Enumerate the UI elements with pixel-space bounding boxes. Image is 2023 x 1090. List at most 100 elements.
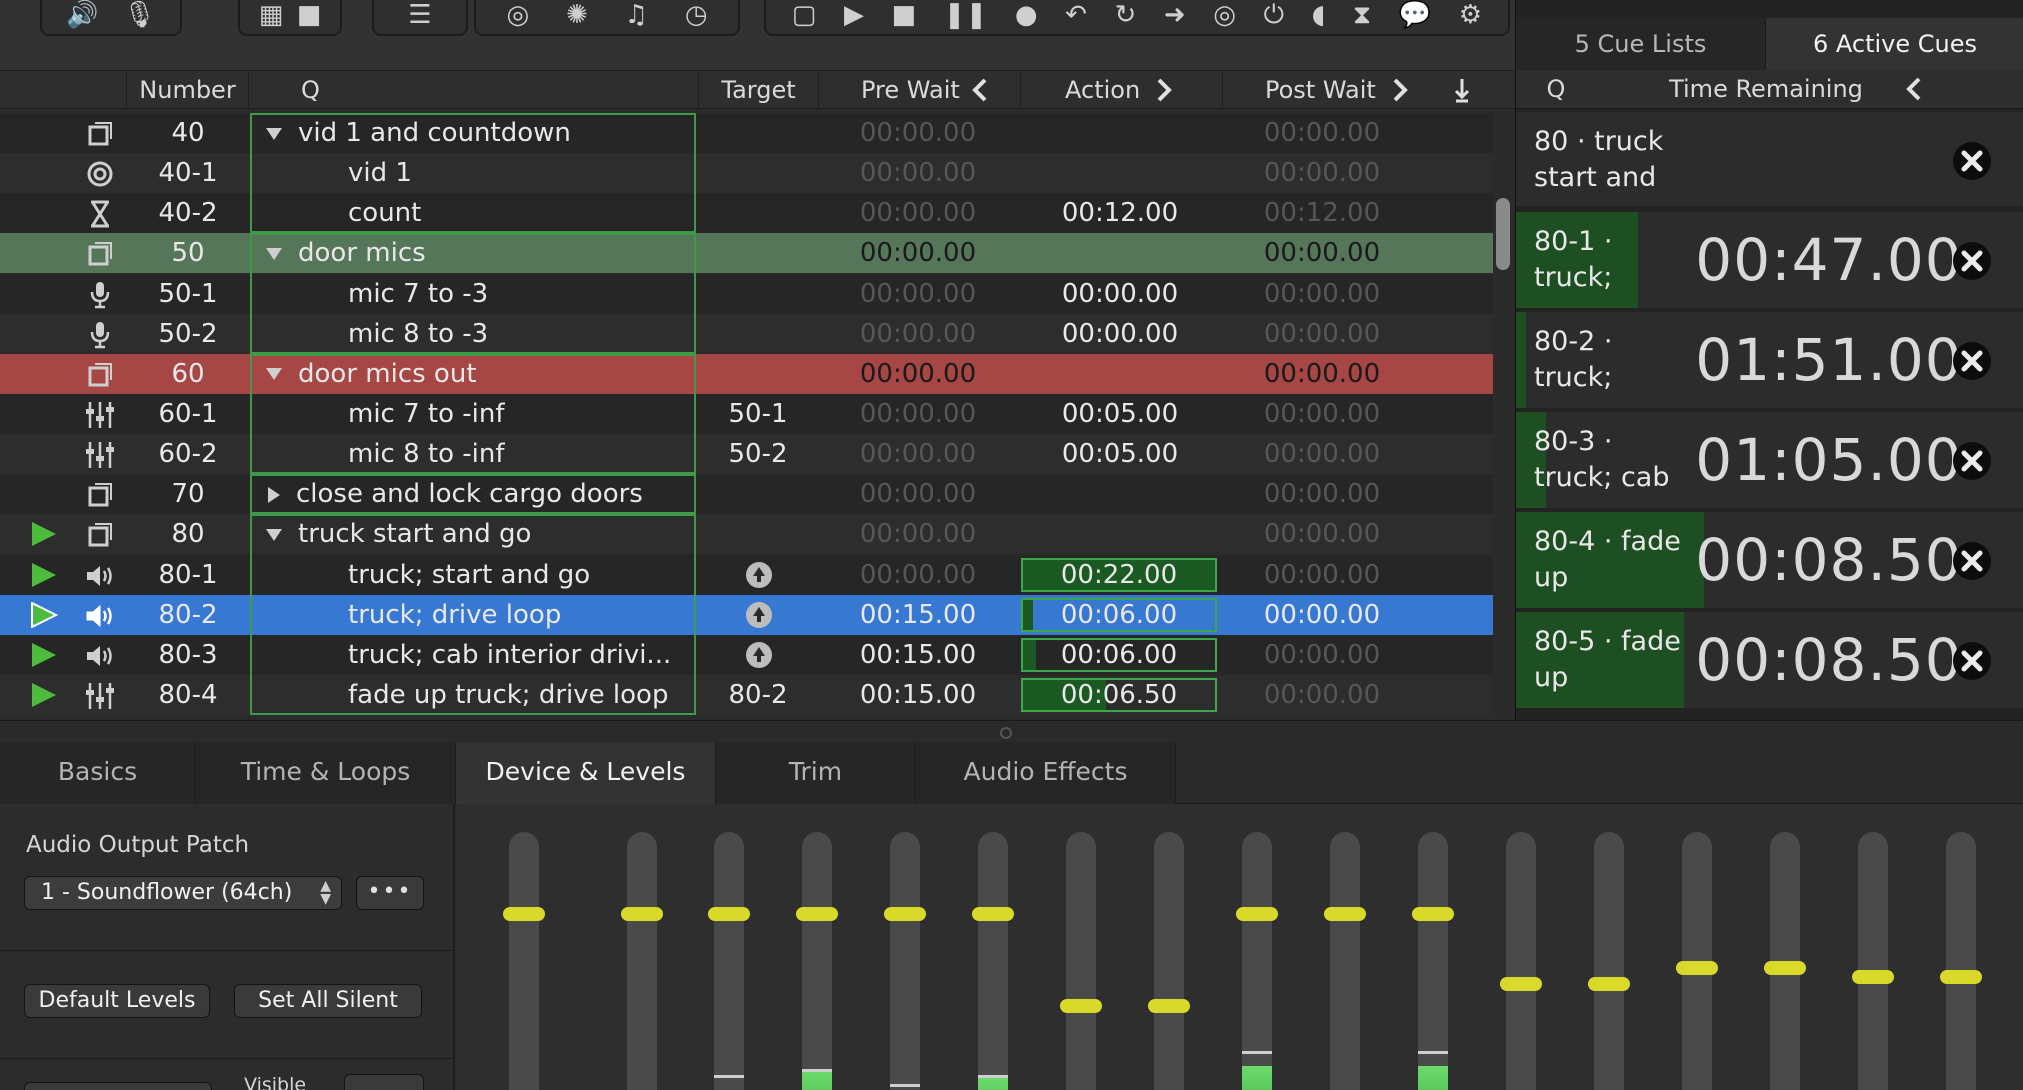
chevron-right-icon[interactable] [1390,77,1410,103]
pre-wait-value[interactable]: 00:00.00 [818,555,1018,595]
fader-track[interactable] [1242,832,1272,1090]
cue-name[interactable]: vid 1 and countdown [250,113,690,153]
cue-name[interactable]: close and lock cargo doors [250,474,690,514]
cue-name[interactable]: mic 8 to -3 [250,314,690,354]
cue-target[interactable] [700,153,816,193]
record-icon[interactable]: ● [1015,2,1038,28]
pre-wait-value[interactable]: 00:00.00 [818,434,1018,474]
camera-icon[interactable]: ■ [297,2,322,28]
cue-number[interactable]: 40-2 [128,193,248,233]
pre-wait-value[interactable]: 00:00.00 [818,354,1018,394]
cue-row[interactable]: 80-1 truck; start and go 00:00.00 00:22.00 0… [0,554,1493,595]
cue-name[interactable]: vid 1 [250,153,690,193]
cue-target[interactable] [700,474,816,514]
disclosure-open-icon[interactable] [266,368,282,381]
action-value[interactable]: 00:00.00 [1020,274,1220,314]
continue-arrow-icon[interactable] [1452,77,1472,103]
cue-target[interactable] [700,354,816,394]
cue-number[interactable]: 40 [128,113,248,153]
wireless-icon[interactable]: ◖ [1312,2,1326,28]
fader-track[interactable] [1506,832,1536,1090]
cue-number[interactable]: 80-1 [128,555,248,595]
cue-name[interactable]: door mics [250,233,690,273]
cue-row[interactable]: 60 door mics out 00:00.00 00:00.00 [0,353,1493,394]
cue-name[interactable]: truck; drive loop [250,595,690,635]
column-header-action[interactable]: Action [1020,71,1222,109]
speech-icon[interactable]: 💬 [1399,2,1431,28]
inspector-tab-device-levels[interactable]: Device & Levels [456,742,716,804]
post-wait-value[interactable]: 00:00.00 [1222,635,1422,675]
pre-wait-value[interactable]: 00:00.00 [818,193,1018,233]
action-value[interactable]: 00:00.00 [1020,314,1220,354]
post-wait-value[interactable]: 00:00.00 [1222,434,1422,474]
action-value[interactable]: 00:22.00 [1023,560,1215,590]
hourglass-icon[interactable]: ⧗ [1353,2,1371,28]
group-icon[interactable]: ▢ [792,2,817,28]
fader-knob[interactable] [884,907,926,922]
cue-number[interactable]: 60-2 [128,434,248,474]
fader-knob[interactable] [972,907,1014,922]
action-value[interactable]: 00:05.00 [1020,434,1220,474]
stop-cue-icon[interactable] [1952,241,1992,281]
cue-row[interactable]: 50 door mics 00:00.00 00:00.00 [0,233,1493,274]
target-up-arrow-icon[interactable] [746,601,772,628]
cue-number[interactable]: 80-2 [128,595,248,635]
action-value[interactable]: 00:05.00 [1020,394,1220,434]
fader-knob[interactable] [1324,907,1366,922]
film-icon[interactable]: ▦ [259,2,284,28]
fader-knob[interactable] [1500,976,1542,991]
action-value[interactable] [1020,233,1220,273]
audio-output-patch-select[interactable]: 1 - Soundflower (64ch) ▲ ▼ [24,876,342,910]
action-value[interactable] [1020,113,1220,153]
fader-track[interactable] [1066,832,1096,1090]
fader-track[interactable] [509,832,539,1090]
cue-number[interactable]: 50 [128,233,248,273]
fader-knob[interactable] [1060,998,1102,1013]
set-all-silent-button[interactable]: Set All Silent [234,984,422,1018]
post-wait-value[interactable]: 00:00.00 [1222,474,1422,514]
action-value[interactable]: 00:06.00 [1023,640,1215,670]
stop-cue-icon[interactable] [1952,341,1992,381]
patch-more-button[interactable]: ••• [356,876,424,910]
assign-gangs-button[interactable] [24,1082,212,1090]
target-arrow-icon[interactable]: ◎ [1213,2,1236,28]
play-icon[interactable]: ▶ [844,2,864,28]
active-cue[interactable]: 80 · truck start and [1516,112,2023,208]
tab-active-cues[interactable]: 6 Active Cues [1766,18,2023,70]
fader-knob[interactable] [621,907,663,922]
target-up-arrow-icon[interactable] [746,561,772,588]
post-wait-value[interactable]: 00:00.00 [1222,314,1422,354]
active-cue[interactable]: 80-1 · truck; 00:47.00 [1516,212,2023,310]
pause-icon[interactable]: ❚❚ [944,2,988,28]
chevron-right-icon[interactable] [1154,77,1174,103]
split-divider[interactable] [0,720,2023,742]
target-icon[interactable]: ◎ [506,2,529,28]
post-wait-value[interactable]: 00:00.00 [1222,113,1422,153]
cue-target[interactable]: 50-2 [700,434,816,474]
stop-cue-icon[interactable] [1952,641,1992,681]
cue-name[interactable]: mic 7 to -inf [250,394,690,434]
cue-name[interactable]: truck start and go [250,514,690,554]
visible-channels-field[interactable] [344,1074,424,1090]
inspector-tab-trim[interactable]: Trim [716,742,916,804]
inspector-tab-time-loops[interactable]: Time & Loops [196,742,456,804]
goto-icon[interactable]: ➜ [1164,2,1186,28]
network-icon[interactable]: ✺ [566,2,588,28]
fader-knob[interactable] [1588,976,1630,991]
cue-name[interactable]: mic 7 to -3 [250,274,690,314]
fader-track[interactable] [627,832,657,1090]
cue-name[interactable]: fade up truck; drive loop [250,675,690,715]
post-wait-value[interactable]: 00:00.00 [1222,555,1422,595]
inspector-tab-audio-effects[interactable]: Audio Effects [916,742,1176,804]
cue-name[interactable]: door mics out [250,354,690,394]
fader-knob[interactable] [1940,970,1982,985]
fader-knob[interactable] [503,907,545,922]
action-value[interactable] [1020,474,1220,514]
action-value[interactable] [1020,153,1220,193]
action-value[interactable]: 00:06.50 [1023,680,1215,710]
script-icon[interactable]: ⚙ [1459,2,1482,28]
post-wait-value[interactable]: 00:00.00 [1222,153,1422,193]
cue-row[interactable]: 80-2 truck; drive loop 00:15.00 00:06.00 00:… [0,594,1493,635]
cue-number[interactable]: 80-4 [128,675,248,715]
disclosure-open-icon[interactable] [266,127,282,140]
